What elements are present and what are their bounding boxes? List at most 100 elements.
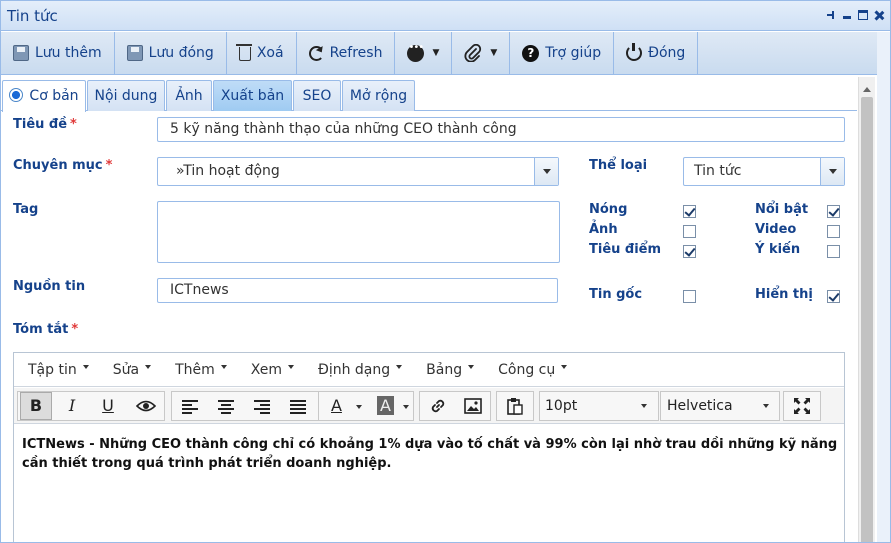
flag-featured-label: Nổi bật (755, 202, 809, 217)
summary-editor: Tập tin Sửa Thêm Xem Định dạng Bảng Công… (13, 352, 845, 542)
scrollbar-thumb[interactable] (861, 97, 873, 542)
chevron-down-icon: ▼ (432, 48, 440, 58)
flag-highlight-checkbox[interactable] (683, 245, 696, 258)
image-icon (464, 398, 482, 414)
align-center-icon (218, 400, 234, 414)
tab-publish[interactable]: Xuất bản (213, 80, 292, 111)
close-icon[interactable] (874, 10, 884, 20)
refresh-button[interactable]: Refresh (297, 32, 396, 74)
menu-tools[interactable]: Công cụ (486, 353, 579, 386)
tab-extended[interactable]: Mở rộng (342, 80, 415, 111)
bold-button[interactable]: B (20, 392, 52, 420)
eye-icon (135, 400, 157, 412)
news-window: Tin tức Lưu thêm Lưu đóng Xoá Refresh ▼ (0, 0, 891, 543)
tab-bar: Cơ bản Nội dung Ảnh Xuất bản SEO Mở rộng (1, 77, 857, 112)
tab-content[interactable]: Nội dung (87, 80, 165, 111)
menu-file[interactable]: Tập tin (16, 353, 101, 386)
tab-basic[interactable]: Cơ bản (2, 80, 86, 112)
help-icon: ? (522, 44, 540, 62)
flag-visible-label: Hiển thị (755, 287, 813, 302)
menu-edit[interactable]: Sửa (101, 353, 163, 386)
title-input[interactable]: 5 kỹ năng thành thạo của những CEO thành… (157, 117, 845, 142)
preview-button[interactable] (130, 392, 162, 420)
source-input[interactable]: ICTnews (157, 278, 558, 303)
tab-images[interactable]: Ảnh (166, 80, 212, 111)
window-titlebar: Tin tức (1, 1, 890, 31)
source-label: Nguồn tin (13, 279, 86, 294)
flag-image-checkbox[interactable] (683, 225, 696, 238)
font-family-value: Helvetica (667, 398, 733, 414)
font-size-value: 10pt (545, 398, 578, 414)
flag-hot-label: Nóng (589, 202, 628, 217)
type-combo[interactable]: Tin tức (683, 157, 845, 186)
italic-button[interactable]: I (56, 392, 88, 420)
flag-opinion-checkbox[interactable] (827, 245, 840, 258)
minimize-icon[interactable] (842, 10, 852, 20)
flag-original-label: Tin gốc (589, 287, 643, 302)
window-controls (826, 10, 884, 20)
radio-selected-icon (9, 88, 24, 102)
category-combo[interactable]: »Tin hoạt động (157, 157, 559, 186)
text-color-button[interactable]: A (322, 392, 368, 420)
title-label: Tiêu đề * (13, 117, 77, 132)
save-icon (126, 45, 143, 61)
menu-format[interactable]: Định dạng (306, 353, 414, 386)
fullscreen-icon (794, 398, 810, 414)
close-button[interactable]: Đóng (614, 32, 699, 74)
align-left-button[interactable] (174, 392, 206, 420)
chevron-down-icon (356, 405, 362, 412)
underline-button[interactable]: U (92, 392, 124, 420)
more-menu-button[interactable]: ▼ (395, 32, 453, 74)
align-right-icon (254, 400, 270, 414)
type-label: Thể loại (589, 158, 648, 173)
help-button[interactable]: ? Trợ giúp (510, 32, 615, 74)
editor-format-toolbar: B I U A A 10pt Helvetica (14, 388, 844, 424)
save-add-button[interactable]: Lưu thêm (1, 32, 115, 74)
main-toolbar: Lưu thêm Lưu đóng Xoá Refresh ▼ ▼ ? Trợ … (1, 32, 890, 75)
scroll-up-icon[interactable] (863, 83, 871, 92)
flag-visible-checkbox[interactable] (827, 290, 840, 303)
align-right-button[interactable] (246, 392, 278, 420)
insert-image-button[interactable] (457, 392, 489, 420)
tab-seo[interactable]: SEO (293, 80, 341, 111)
paste-button[interactable] (499, 392, 531, 420)
delete-button[interactable]: Xoá (227, 32, 297, 74)
tag-textarea[interactable] (157, 201, 560, 263)
editor-content[interactable]: ICTNews - Những CEO thành công chỉ có kh… (22, 435, 840, 473)
background-color-button[interactable]: A (371, 392, 413, 420)
flag-featured-checkbox[interactable] (827, 205, 840, 218)
align-justify-button[interactable] (282, 392, 314, 420)
flag-hot-checkbox[interactable] (683, 205, 696, 218)
menu-insert[interactable]: Thêm (163, 353, 239, 386)
chevron-down-icon: ▼ (490, 48, 498, 58)
chevron-down-icon[interactable] (820, 158, 844, 185)
insert-link-button[interactable] (422, 392, 454, 420)
refresh-icon (308, 45, 324, 61)
align-left-icon (182, 400, 198, 414)
window-title: Tin tức (7, 7, 58, 25)
flag-video-label: Video (755, 222, 797, 237)
form-scrollbar[interactable] (858, 77, 875, 542)
fullscreen-button[interactable] (786, 392, 818, 420)
menu-table[interactable]: Bảng (414, 353, 486, 386)
flag-original-checkbox[interactable] (683, 290, 696, 303)
category-label: Chuyên mục * (13, 158, 113, 173)
menu-view[interactable]: Xem (239, 353, 306, 386)
chevron-down-icon (763, 404, 769, 411)
link-icon (431, 399, 445, 413)
maximize-icon[interactable] (858, 10, 868, 20)
flag-opinion-label: Ý kiến (755, 242, 801, 257)
save-icon (13, 45, 29, 61)
align-justify-icon (290, 400, 306, 414)
power-icon (626, 43, 643, 61)
pin-icon[interactable] (826, 10, 836, 20)
chevron-down-icon[interactable] (534, 158, 558, 185)
paperclip-icon (464, 44, 482, 62)
attach-menu-button[interactable]: ▼ (452, 32, 511, 74)
summary-label: Tóm tắt * (13, 322, 79, 337)
flag-video-checkbox[interactable] (827, 225, 840, 238)
more-icon (407, 42, 425, 62)
chevron-down-icon (403, 405, 409, 412)
align-center-button[interactable] (210, 392, 242, 420)
save-close-button[interactable]: Lưu đóng (115, 32, 227, 74)
